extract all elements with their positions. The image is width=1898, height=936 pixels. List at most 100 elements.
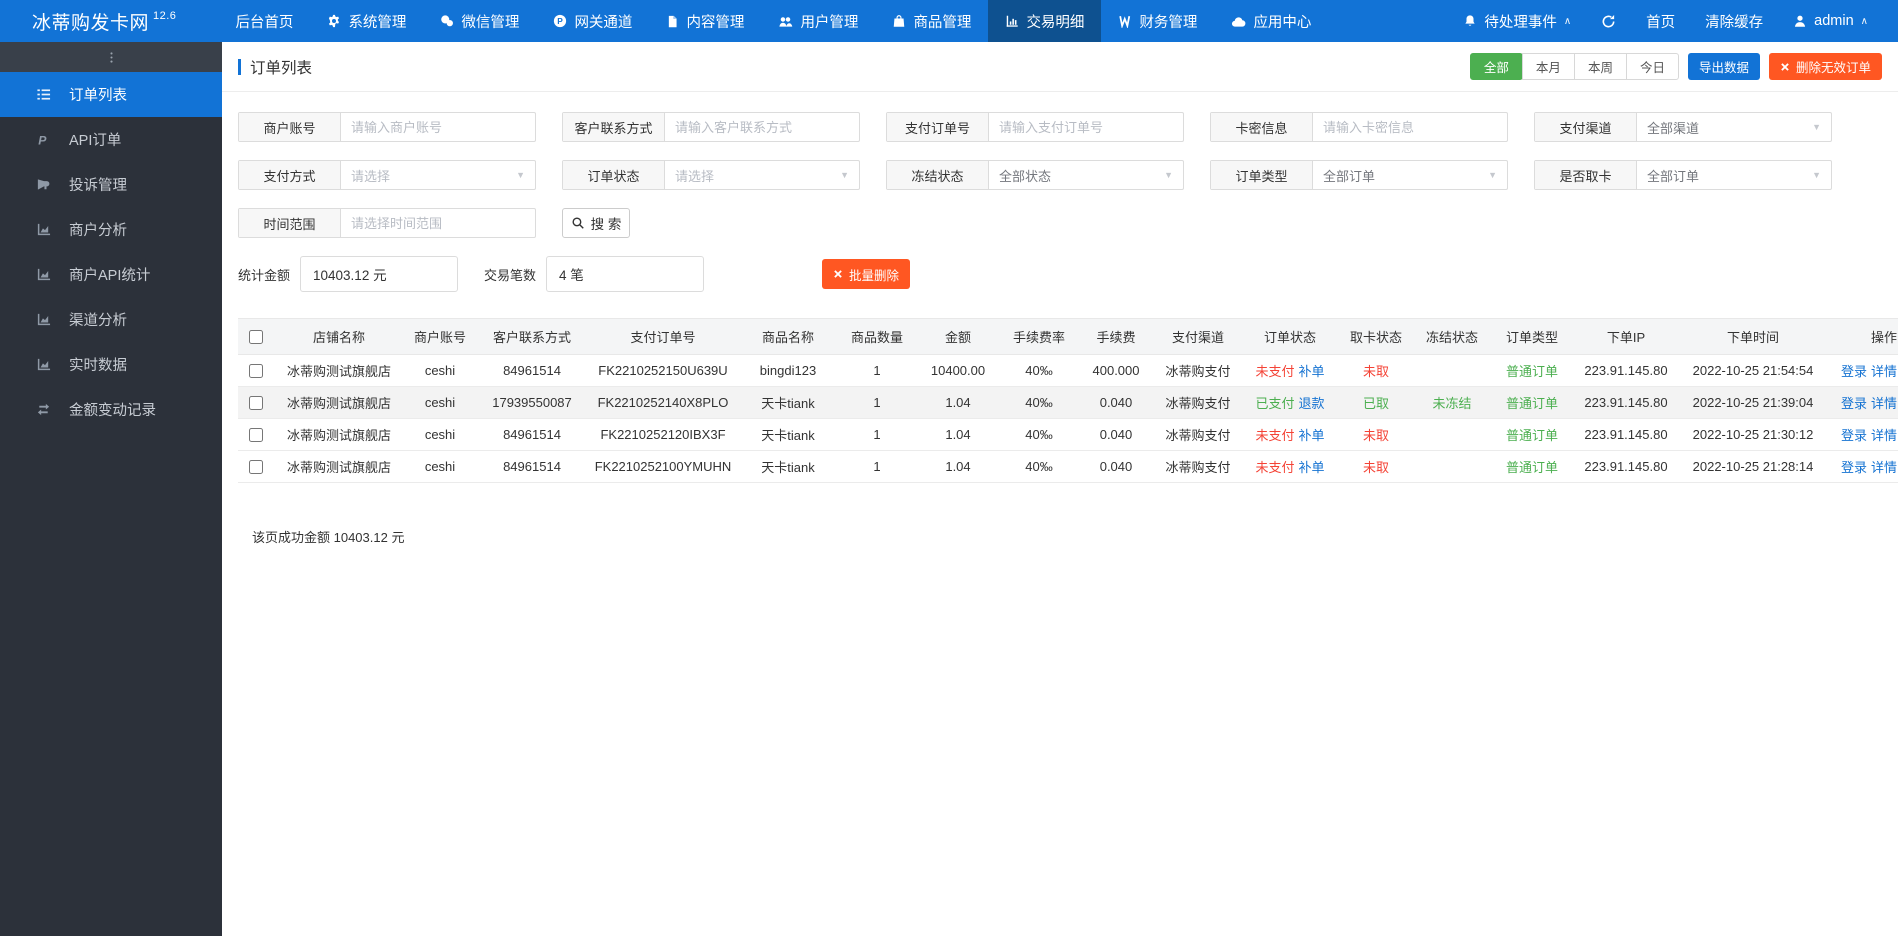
cell-text: 冰蒂购测试旗舰店 <box>286 364 391 379</box>
row-checkbox[interactable] <box>249 396 263 411</box>
table-cell: 冰蒂购测试旗舰店 <box>274 386 404 419</box>
detail-link[interactable]: 详情 <box>1871 396 1897 411</box>
supplement-link[interactable]: 补单 <box>1299 460 1325 475</box>
nav-system[interactable]: 系统管理 <box>310 0 423 42</box>
refresh-icon <box>1601 14 1616 29</box>
cell-text: 冰蒂购支付 <box>1165 460 1231 475</box>
exchange-icon <box>34 402 52 417</box>
time-range-input[interactable] <box>341 209 535 237</box>
transaction-count-box[interactable]: 4 笔 <box>546 256 705 292</box>
gear-icon <box>327 14 341 28</box>
table-cell <box>238 354 274 387</box>
filter-customer-contact: 客户联系方式 <box>562 112 860 142</box>
table-cell: 冰蒂购支付 <box>1154 354 1242 387</box>
payment-channel-select[interactable]: 全部渠道 ▼ <box>1637 113 1831 141</box>
supplement-link[interactable]: 补单 <box>1299 364 1325 379</box>
cell-text: 0.040 <box>1099 427 1133 442</box>
customer-contact-input[interactable] <box>665 113 859 141</box>
batch-delete-button[interactable]: 批量删除 <box>822 259 911 289</box>
cell-text: 1 <box>873 459 881 474</box>
select-all-checkbox[interactable] <box>249 330 263 345</box>
table-header: 支付渠道 <box>1154 318 1242 355</box>
nav-app-center[interactable]: 应用中心 <box>1214 0 1328 42</box>
table-cell: 冰蒂购测试旗舰店 <box>274 450 404 483</box>
cell-text: 40‰ <box>1025 395 1053 410</box>
row-checkbox[interactable] <box>249 364 263 379</box>
table-cell: ceshi <box>404 354 476 387</box>
table-cell: 未冻结 <box>1414 386 1490 419</box>
table-cell: 1 <box>838 386 916 419</box>
sidebar-item-api-orders[interactable]: P API订单 <box>0 117 222 162</box>
table-header: 下单时间 <box>1678 318 1828 355</box>
detail-link[interactable]: 详情 <box>1871 460 1897 475</box>
chevron-up-icon: ∧ <box>1860 15 1868 27</box>
nav-users[interactable]: 用户管理 <box>761 0 875 42</box>
cell-text: 1.04 <box>945 395 971 410</box>
sidebar-item-merchant-analysis[interactable]: 商户分析 <box>0 207 222 252</box>
nav-dashboard[interactable]: 后台首页 <box>218 0 310 42</box>
range-today-button[interactable]: 今日 <box>1625 53 1679 80</box>
nav-finance[interactable]: 财务管理 <box>1101 0 1214 42</box>
freeze-status-select[interactable]: 全部状态 ▼ <box>989 161 1183 189</box>
table-cell: 223.91.145.80 <box>1574 386 1678 419</box>
megaphone-icon <box>34 177 52 192</box>
search-button[interactable]: 搜 索 <box>562 208 630 238</box>
cell-text: 冰蒂购支付 <box>1165 396 1231 411</box>
pending-events[interactable]: 待处理事件 ∧ <box>1463 11 1571 32</box>
table-cell: FK2210252120IBX3F <box>588 418 738 451</box>
sidebar-item-balance-change-log[interactable]: 金额变动记录 <box>0 387 222 432</box>
card-secret-input[interactable] <box>1313 113 1507 141</box>
table-cell: 未取 <box>1338 450 1414 483</box>
merchant-account-input[interactable] <box>341 113 535 141</box>
detail-link[interactable]: 详情 <box>1871 364 1897 379</box>
payment-method-select[interactable]: 请选择 ▼ <box>341 161 535 189</box>
login-link[interactable]: 登录 <box>1841 364 1867 379</box>
nav-content[interactable]: 内容管理 <box>649 0 761 42</box>
range-all-button[interactable]: 全部 <box>1469 53 1523 80</box>
search-icon <box>571 216 585 230</box>
sidebar-item-realtime-data[interactable]: 实时数据 <box>0 342 222 387</box>
table-cell: 2022-10-25 21:54:54 <box>1678 354 1828 387</box>
card-taken-select[interactable]: 全部订单 ▼ <box>1637 161 1831 189</box>
delete-invalid-orders-button[interactable]: 删除无效订单 <box>1768 53 1882 80</box>
sidebar-item-order-list[interactable]: 订单列表 <box>0 72 222 117</box>
sidebar-item-merchant-api-stats[interactable]: 商户API统计 <box>0 252 222 297</box>
nav-wechat[interactable]: 微信管理 <box>423 0 536 42</box>
refund-link[interactable]: 退款 <box>1299 396 1325 411</box>
filter-card-taken: 是否取卡 全部订单 ▼ <box>1534 160 1832 190</box>
status-text: 未支付 <box>1255 364 1295 379</box>
home-link[interactable]: 首页 <box>1646 11 1675 32</box>
user-menu[interactable]: admin ∧ <box>1793 13 1868 29</box>
row-checkbox[interactable] <box>249 428 263 443</box>
payment-order-no-input[interactable] <box>989 113 1183 141</box>
total-amount-box[interactable]: 10403.12 元 <box>300 256 459 292</box>
supplement-link[interactable]: 补单 <box>1299 428 1325 443</box>
login-link[interactable]: 登录 <box>1841 396 1867 411</box>
range-week-button[interactable]: 本周 <box>1573 53 1627 80</box>
user-icon <box>1793 14 1807 28</box>
refresh-button[interactable] <box>1601 14 1616 29</box>
export-data-button[interactable]: 导出数据 <box>1687 53 1760 80</box>
detail-link[interactable]: 详情 <box>1871 428 1897 443</box>
login-link[interactable]: 登录 <box>1841 428 1867 443</box>
filter-payment-channel-label: 支付渠道 <box>1535 113 1637 141</box>
nav-products[interactable]: 商品管理 <box>875 0 988 42</box>
nav-transactions[interactable]: 交易明细 <box>988 0 1102 42</box>
table-cell: 84961514 <box>476 450 588 483</box>
table-header: 冻结状态 <box>1414 318 1490 355</box>
row-checkbox[interactable] <box>249 460 263 475</box>
order-type-select[interactable]: 全部订单 ▼ <box>1313 161 1507 189</box>
cell-text: ceshi <box>424 459 456 474</box>
order-status-select[interactable]: 请选择 ▼ <box>665 161 859 189</box>
sidebar-item-channel-analysis[interactable]: 渠道分析 <box>0 297 222 342</box>
sidebar-toggle[interactable] <box>0 42 222 72</box>
filter-merchant-account-label: 商户账号 <box>239 113 341 141</box>
range-month-button[interactable]: 本月 <box>1521 53 1575 80</box>
clear-cache-link[interactable]: 清除缓存 <box>1705 11 1763 32</box>
nav-gateway[interactable]: P 网关通道 <box>536 0 649 42</box>
cell-text: 冰蒂购测试旗舰店 <box>286 396 391 411</box>
login-link[interactable]: 登录 <box>1841 460 1867 475</box>
table-cell <box>1414 450 1490 483</box>
filter-row: 时间范围 搜 索 <box>238 208 1882 238</box>
sidebar-item-complaints[interactable]: 投诉管理 <box>0 162 222 207</box>
